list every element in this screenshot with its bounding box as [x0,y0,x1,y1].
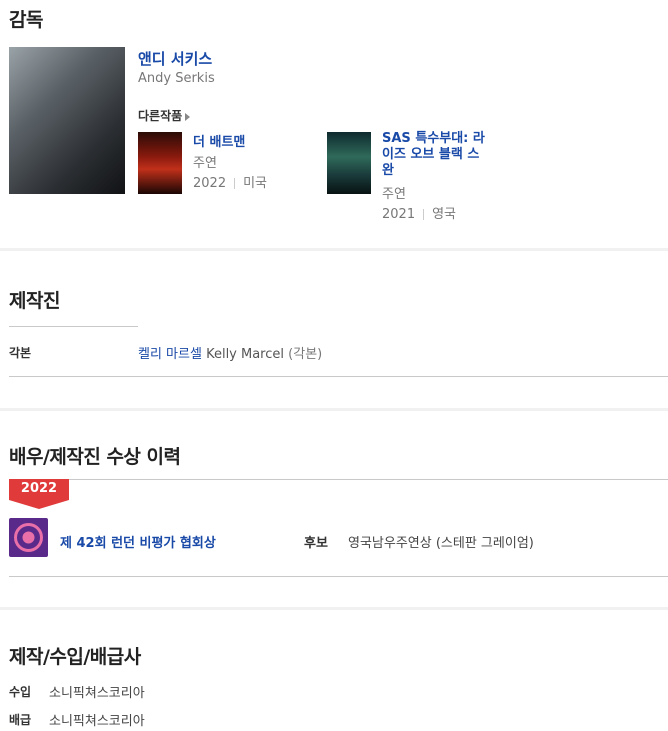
divider [9,576,668,577]
award-detail: 영국남우주연상 (스테판 그레이엄) [348,536,534,551]
company-name-distribution[interactable]: 소니픽쳐스코리아 [49,710,145,729]
work-meta-2: 2021 영국 [382,203,456,222]
section-separator [0,607,668,610]
divider [9,376,668,377]
work-role-1: 주연 [193,156,217,171]
work-country-1: 미국 [243,176,268,191]
company-type-distribution: 배급 [9,713,32,727]
crew-name-ko[interactable]: 켈리 마르셀 [138,347,202,362]
crew-row: 켈리 마르셀 Kelly Marcel (각본) [138,343,322,362]
award-status: 후보 [304,536,328,551]
other-works-link[interactable]: 다른작품 [138,107,191,124]
chevron-right-icon [185,112,191,121]
company-name-import[interactable]: 소니픽쳐스코리아 [49,682,145,701]
award-logo [9,518,48,557]
work-title-1[interactable]: 더 배트맨 [193,131,245,150]
company-type-import: 수입 [9,685,32,699]
award-name[interactable]: 제 42회 런던 비평가 협회상 [60,532,216,551]
crew-name-en: Kelly Marcel [206,347,285,362]
director-photo[interactable] [9,47,125,194]
work-poster-2[interactable] [327,132,371,194]
work-year-1: 2022 [193,176,227,191]
award-emblem-icon [14,523,43,552]
divider [234,178,236,189]
section-title-director: 감독 [9,9,43,31]
crew-note: (각본) [288,347,323,362]
divider [423,209,425,220]
work-title-2[interactable]: SAS 특수부대: 라이즈 오브 블랙 스완 [382,131,490,179]
work-poster-1[interactable] [138,132,182,194]
section-title-crew: 제작진 [9,290,60,312]
work-meta-1: 2022 미국 [193,172,267,191]
director-name-ko[interactable]: 앤디 서키스 [138,48,212,69]
divider [9,326,138,327]
section-separator [0,408,668,411]
director-name-en: Andy Serkis [138,71,215,86]
other-works-label: 다른작품 [138,109,183,123]
work-country-2: 영국 [432,207,457,222]
divider [9,479,668,480]
section-title-companies: 제작/수입/배급사 [9,646,141,668]
work-role-2: 주연 [382,187,406,202]
section-separator [0,248,668,251]
year-badge: 2022 [9,479,69,509]
work-year-2: 2021 [382,207,416,222]
crew-role-label: 각본 [9,346,32,360]
section-title-awards: 배우/제작진 수상 이력 [9,446,181,468]
